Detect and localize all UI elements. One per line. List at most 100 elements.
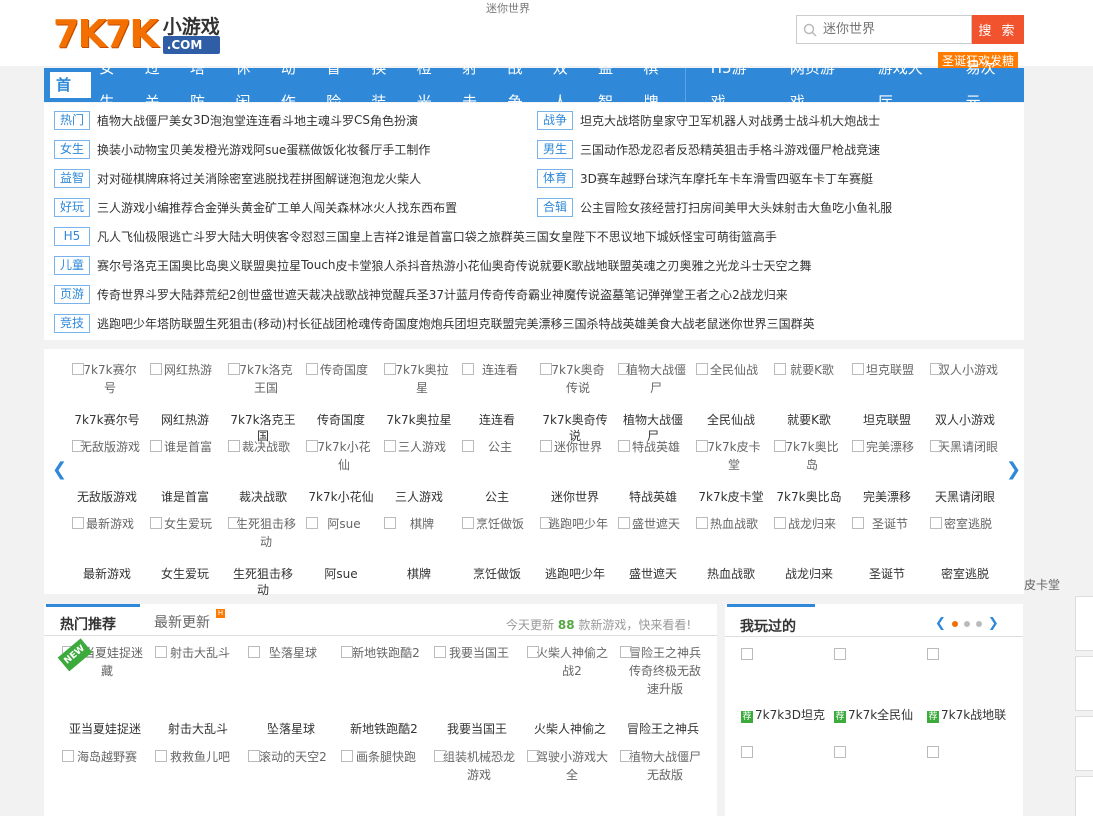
side-float-box[interactable] (1075, 776, 1093, 816)
category-game-link[interactable]: 塔防联盟 (157, 315, 205, 332)
category-game-link[interactable]: 美发 (181, 141, 205, 158)
category-game-link[interactable]: 街篮高手 (729, 228, 777, 245)
grid-prev-arrow-icon[interactable]: ❮ (52, 459, 67, 480)
category-game-link[interactable]: 打扫房间 (676, 199, 724, 216)
hot-game-tile[interactable]: 海岛越野赛 (62, 748, 148, 808)
category-game-link[interactable]: 小编推荐 (145, 199, 193, 216)
hot-game-tile[interactable]: 射击大乱斗 射击大乱斗 (155, 644, 241, 737)
category-game-link[interactable]: 奥拉星 (265, 257, 301, 274)
game-tile[interactable]: 热血战歌 热血战歌 (696, 515, 766, 582)
category-game-link[interactable]: 炮炮兵团 (418, 315, 466, 332)
category-game-link[interactable]: 战斗机 (796, 112, 832, 129)
category-game-link[interactable]: 三国 (580, 141, 604, 158)
category-tag[interactable]: 女生 (54, 139, 90, 159)
category-game-link[interactable]: 魂斗罗 (318, 112, 354, 129)
category-game-link[interactable]: 兵圣37计 (405, 286, 456, 303)
category-game-link[interactable]: 汽车 (669, 170, 693, 187)
game-tile[interactable]: 公主 公主 (462, 438, 532, 505)
category-tag[interactable]: 儿童 (54, 255, 90, 275)
category-game-link[interactable]: 创世 (237, 286, 261, 303)
game-tile[interactable]: 全民仙战 全民仙战 (696, 361, 766, 428)
game-tile[interactable]: 就要K歌 就要K歌 (774, 361, 844, 428)
category-game-link[interactable]: 女皇陛下 (549, 228, 597, 245)
category-game-link[interactable]: 越野 (621, 170, 645, 187)
category-game-link[interactable]: 怼怼三国 (301, 228, 349, 245)
category-game-link[interactable]: 棋牌 (133, 170, 157, 187)
category-game-link[interactable]: 做饭 (310, 141, 334, 158)
category-game-link[interactable]: 拼图 (301, 170, 325, 187)
game-tile[interactable]: 逃跑吧少年 逃跑吧少年 (540, 515, 610, 582)
hot-game-tile[interactable]: 画条腿快跑 (341, 748, 427, 808)
category-game-link[interactable]: 忍者 (652, 141, 676, 158)
category-game-link[interactable]: 奥义联盟 (217, 257, 265, 274)
game-tile[interactable]: 最新游戏 最新游戏 (72, 515, 142, 582)
category-game-link[interactable]: 礼服 (868, 199, 892, 216)
category-game-link[interactable]: 阿sue (253, 141, 286, 158)
category-tag[interactable]: 男生 (537, 139, 573, 159)
pager-dot[interactable] (951, 620, 958, 627)
hot-game-tile[interactable]: 冒险王之神兵传奇终极无敌速升版 冒险王之神兵 (620, 644, 706, 737)
category-game-link[interactable]: 洛克王国 (133, 257, 181, 274)
category-game-link[interactable]: 群英三国 (501, 228, 549, 245)
hot-game-tile[interactable]: 驾驶小游戏大全 (527, 748, 613, 808)
category-game-link[interactable]: 解谜 (325, 170, 349, 187)
category-game-link[interactable]: 谁是首富 (405, 228, 453, 245)
game-tile[interactable]: 密室逃脱 密室逃脱 (930, 515, 1000, 582)
category-game-link[interactable]: 盛世遮天 (261, 286, 309, 303)
hot-game-tile[interactable]: 组装机械恐龙游戏 (434, 748, 520, 808)
category-game-link[interactable]: 就要K歌 (540, 257, 584, 274)
game-tile[interactable]: 特战英雄 特战英雄 (618, 438, 688, 505)
hot-game-tile[interactable]: 救救鱼儿吧 (155, 748, 241, 808)
category-game-link[interactable]: 宝贝 (157, 141, 181, 158)
category-game-link[interactable]: 美甲 (724, 199, 748, 216)
game-tile[interactable]: 三人游戏 三人游戏 (384, 438, 454, 505)
game-tile[interactable]: 裁决战歌 裁决战歌 (228, 438, 298, 505)
site-logo[interactable]: 7K7K 小游戏 .COM (53, 10, 220, 54)
search-input[interactable] (823, 22, 963, 37)
side-float-box[interactable] (1075, 596, 1093, 651)
category-game-link[interactable]: 对战 (748, 112, 772, 129)
game-tile[interactable]: 双人小游戏 双人小游戏 (930, 361, 1000, 428)
category-game-link[interactable]: 小动物 (121, 141, 157, 158)
category-game-link[interactable]: 战地联盟 (583, 257, 631, 274)
category-game-link[interactable]: 对对碰 (97, 170, 133, 187)
game-tile[interactable]: 天黑请闭眼 天黑请闭眼 (930, 438, 1000, 505)
category-game-link[interactable]: 妖怪宝可萌 (669, 228, 729, 245)
category-game-link[interactable]: 单人闯关 (289, 199, 337, 216)
category-game-link[interactable]: 裁决战歌 (309, 286, 357, 303)
category-game-link[interactable]: 连连看 (246, 112, 282, 129)
category-game-link[interactable]: 摩托车 (693, 170, 729, 187)
category-game-link[interactable]: 过关 (181, 170, 205, 187)
game-tile[interactable]: 7k7k赛尔号 7k7k赛尔号 (72, 361, 142, 428)
category-game-link[interactable]: 找东西 (397, 199, 433, 216)
category-game-link[interactable]: 射击 (784, 199, 808, 216)
category-game-link[interactable]: 王者之心2 (684, 286, 740, 303)
category-tag[interactable]: 合辑 (537, 197, 573, 217)
category-game-link[interactable]: 极限逃亡 (145, 228, 193, 245)
game-tile[interactable]: 网红热游 网红热游 (150, 361, 220, 428)
category-game-link[interactable]: 格斗游戏 (760, 141, 808, 158)
top-banner-image[interactable]: 迷你世界 (486, 0, 530, 16)
category-game-link[interactable]: 森林冰火人 (337, 199, 397, 216)
category-tag[interactable]: 益智 (54, 168, 90, 188)
category-game-link[interactable]: 恐龙 (628, 141, 652, 158)
category-game-link[interactable]: 蓝月传奇 (456, 286, 504, 303)
category-game-link[interactable]: 神魔传说 (552, 286, 600, 303)
category-game-link[interactable]: 密室逃脱 (229, 170, 277, 187)
game-tile[interactable]: 阿sue 阿sue (306, 515, 376, 582)
category-game-link[interactable]: 经营 (652, 199, 676, 216)
category-game-link[interactable]: 狙击手 (724, 141, 760, 158)
hot-game-tile[interactable]: 亚当夏娃捉迷藏 NEW 亚当夏娃捉迷 (57, 638, 148, 737)
hot-game-tile[interactable]: 新地铁跑酷2 新地铁跑酷2 (341, 644, 427, 737)
category-game-link[interactable]: 狼人杀 (372, 257, 408, 274)
category-game-link[interactable]: 传奇霸业 (504, 286, 552, 303)
category-game-link[interactable]: 赛艇 (849, 170, 873, 187)
game-tile[interactable]: 生死狙击移动 生死狙击移动 (228, 515, 298, 597)
category-game-link[interactable]: 皇家守卫军 (652, 112, 712, 129)
category-game-link[interactable]: 卡丁车 (813, 170, 849, 187)
game-tile[interactable]: 坦克联盟 坦克联盟 (852, 361, 922, 428)
category-game-link[interactable]: 斗地主 (282, 112, 318, 129)
category-game-link[interactable]: 莽荒纪2 (193, 286, 237, 303)
category-game-link[interactable]: 皮卡堂 (336, 257, 372, 274)
category-game-link[interactable]: 天空之舞 (764, 257, 812, 274)
